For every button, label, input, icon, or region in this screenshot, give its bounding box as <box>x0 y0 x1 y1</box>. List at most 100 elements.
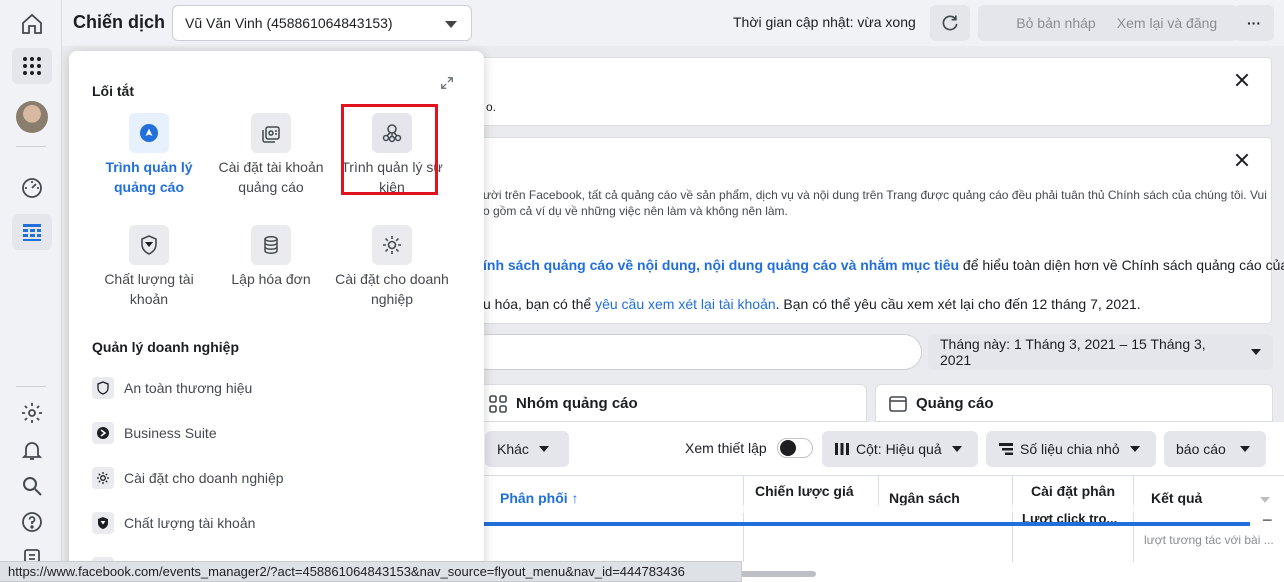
adsets-grid-icon <box>489 395 507 413</box>
dashboard-gauge-icon[interactable] <box>12 170 52 206</box>
shortcut-business-settings[interactable]: Cài đặt cho doanh nghiệp <box>332 225 452 309</box>
business-management-title: Quản lý doanh nghiệp <box>92 339 239 355</box>
update-status: Thời gian cập nhật: vừa xong <box>733 14 916 30</box>
col-header-delivery[interactable]: Phân phối ↑ <box>500 490 579 506</box>
tab-adsets[interactable]: Nhóm quảng cáo <box>470 384 867 422</box>
rail-divider <box>16 146 46 147</box>
expand-icon[interactable] <box>440 76 454 90</box>
result-metric-engagement: lượt tương tác với bài ... <box>1144 533 1274 547</box>
business-suite-icon <box>92 422 114 444</box>
avatar[interactable] <box>16 101 48 133</box>
account-quality-icon <box>92 512 114 534</box>
shortcut-billing-label: Lập hóa đơn <box>231 271 311 287</box>
col-header-attribution[interactable]: Cài đặt phân <box>1031 483 1115 499</box>
notifications-bell-icon[interactable] <box>12 432 52 468</box>
reports-label: báo cáo <box>1176 441 1226 457</box>
apps-grid-icon[interactable] <box>12 48 52 84</box>
ad-icon <box>889 396 907 412</box>
more-dots-icon: ··· <box>1247 15 1261 31</box>
more-dropdown[interactable]: Khác <box>485 431 569 467</box>
columns-icon <box>835 443 849 455</box>
date-range-select[interactable]: Tháng này: 1 Tháng 3, 2021 – 15 Tháng 3,… <box>928 334 1273 370</box>
settings-gear-icon[interactable] <box>12 395 52 431</box>
policy-link[interactable]: ính sách quảng cáo về nội dung, nội dung… <box>483 257 959 273</box>
shortcut-ads-manager-label: Trình quản lý quảng cáo <box>105 159 193 195</box>
campaigns-table-icon[interactable] <box>12 214 52 250</box>
collapse-minus-icon[interactable]: − <box>1262 510 1273 531</box>
gear-icon <box>92 467 114 489</box>
col-header-results[interactable]: Kết quả <box>1151 490 1202 506</box>
top-header: Chiến dịch Vũ Văn Vinh (458861064843153)… <box>62 0 1284 46</box>
column-divider <box>1133 476 1134 562</box>
billing-icon <box>251 225 291 265</box>
notice-1-text: o. <box>486 100 497 114</box>
menu-item-business-suite[interactable]: Business Suite <box>92 421 217 445</box>
shortcut-account-quality[interactable]: Chất lượng tài khoản <box>89 225 209 309</box>
review-pre-text: u hóa, bạn có thể <box>483 296 596 312</box>
menu-item-label: Chất lượng tài khoản <box>124 515 256 531</box>
tab-adsets-label: Nhóm quảng cáo <box>516 395 638 412</box>
shortcut-ads-manager[interactable]: Trình quản lý quảng cáo <box>89 113 209 197</box>
menu-item-label: An toàn thương hiệu <box>124 380 253 396</box>
shortcut-ad-account-settings-label: Cài đặt tài khoản quảng cáo <box>218 159 324 195</box>
search-filter-bar[interactable] <box>470 334 922 370</box>
menu-item-business-settings[interactable]: Cài đặt cho doanh nghiệp <box>92 466 284 490</box>
menu-item-account-quality[interactable]: Chất lượng tài khoản <box>92 511 255 535</box>
search-icon[interactable] <box>12 468 52 504</box>
left-nav-rail <box>0 0 62 582</box>
home-icon[interactable] <box>12 6 52 42</box>
tab-ads[interactable]: Quảng cáo <box>875 384 1273 422</box>
view-setup-toggle[interactable] <box>777 438 813 458</box>
more-dropdown-label: Khác <box>497 441 529 457</box>
page-title: Chiến dịch <box>73 12 166 32</box>
reports-dropdown[interactable]: báo cáo <box>1164 431 1266 467</box>
columns-label: Cột: Hiệu quả <box>856 441 942 457</box>
columns-dropdown[interactable]: Cột: Hiệu quả <box>822 431 978 467</box>
table-divider <box>470 475 1284 476</box>
menu-item-brand-safety[interactable]: An toàn thương hiệu <box>92 376 252 400</box>
shortcut-billing[interactable]: Lập hóa đơn <box>211 225 331 289</box>
horizontal-scrollbar[interactable] <box>740 571 816 577</box>
menu-item-label: Business Suite <box>124 425 217 441</box>
shortcut-business-settings-label: Cài đặt cho doanh nghiệp <box>335 271 449 307</box>
column-divider <box>1012 476 1013 562</box>
ads-manager-icon <box>129 113 169 153</box>
refresh-icon <box>942 15 958 31</box>
annotation-highlight-box <box>341 104 438 195</box>
breakdown-dropdown[interactable]: Số liệu chia nhỏ <box>986 431 1156 467</box>
col-header-budget[interactable]: Ngân sách <box>889 490 960 506</box>
close-icon[interactable] <box>1235 153 1249 167</box>
request-review-link[interactable]: yêu cầu xem xét lại tài khoản <box>595 296 776 312</box>
column-divider <box>743 476 744 562</box>
sort-icon[interactable] <box>1260 497 1270 503</box>
ad-account-select[interactable]: Vũ Văn Vinh (458861064843153) <box>172 5 472 41</box>
rail-divider <box>16 386 46 387</box>
brand-safety-icon <box>92 377 114 399</box>
business-settings-icon <box>372 225 412 265</box>
policy-text: để hiểu toàn diện hơn về Chính sách quản… <box>959 257 1284 273</box>
loading-progress-bar <box>484 522 1250 526</box>
chevron-down-icon <box>538 446 549 452</box>
browser-status-url: https://www.facebook.com/events_manager2… <box>0 561 742 582</box>
column-divider <box>878 476 879 506</box>
shortcut-ad-account-settings[interactable]: Cài đặt tài khoản quảng cáo <box>211 113 331 197</box>
date-range-value: Tháng này: 1 Tháng 3, 2021 – 15 Tháng 3,… <box>940 336 1206 368</box>
close-icon[interactable] <box>1235 73 1249 87</box>
chevron-down-icon <box>445 21 457 28</box>
tab-ads-label: Quảng cáo <box>916 395 994 412</box>
ad-account-settings-icon <box>251 113 291 153</box>
refresh-button[interactable] <box>930 5 970 41</box>
chevron-down-icon <box>951 446 962 452</box>
col-header-bid-strategy[interactable]: Chiến lược giá <box>755 483 854 499</box>
breakdown-label: Số liệu chia nhỏ <box>1020 441 1120 457</box>
notice-2-line-1: ười trên Facebook, tất cả quảng cáo về s… <box>483 188 1267 202</box>
notice-2-line-2: o gồm cả ví dụ về những việc nên làm và … <box>483 204 788 218</box>
review-publish-button[interactable]: Xem lại và đăng <box>1096 5 1238 41</box>
chevron-down-icon <box>1129 446 1140 452</box>
menu-item-label: Cài đặt cho doanh nghiệp <box>124 470 284 486</box>
review-post-text: . Bạn có thể yêu cầu xem xét lại cho đến… <box>775 296 1141 312</box>
ad-account-value: Vũ Văn Vinh (458861064843153) <box>185 15 393 31</box>
help-icon[interactable] <box>12 504 52 540</box>
account-quality-icon <box>129 225 169 265</box>
more-options-button[interactable]: ··· <box>1234 5 1274 41</box>
